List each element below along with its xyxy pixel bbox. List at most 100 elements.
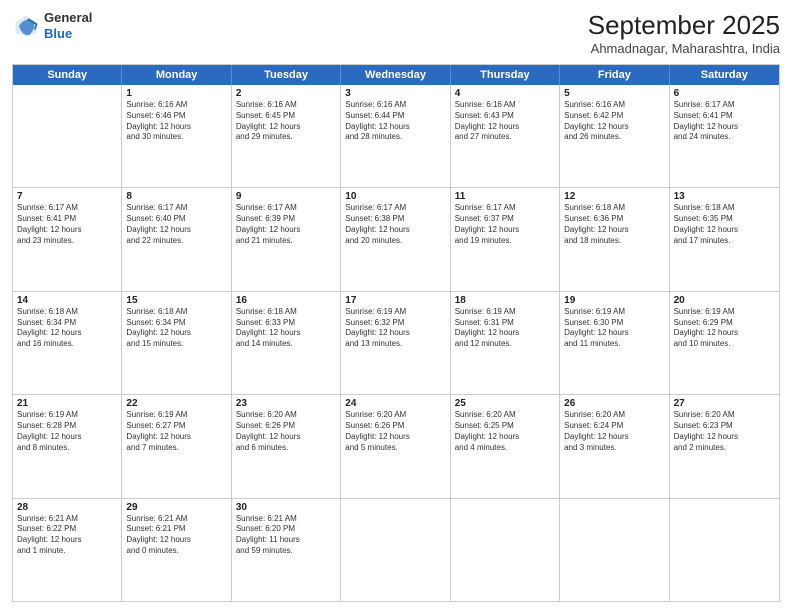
calendar-cell-3-4: 17Sunrise: 6:19 AM Sunset: 6:32 PM Dayli… [341, 292, 450, 394]
cell-info: Sunrise: 6:18 AM Sunset: 6:35 PM Dayligh… [674, 203, 775, 246]
cell-info: Sunrise: 6:19 AM Sunset: 6:29 PM Dayligh… [674, 307, 775, 350]
cell-info: Sunrise: 6:17 AM Sunset: 6:41 PM Dayligh… [17, 203, 117, 246]
calendar-cell-1-6: 5Sunrise: 6:16 AM Sunset: 6:42 PM Daylig… [560, 85, 669, 187]
calendar-cell-3-3: 16Sunrise: 6:18 AM Sunset: 6:33 PM Dayli… [232, 292, 341, 394]
calendar-cell-1-4: 3Sunrise: 6:16 AM Sunset: 6:44 PM Daylig… [341, 85, 450, 187]
cell-info: Sunrise: 6:19 AM Sunset: 6:31 PM Dayligh… [455, 307, 555, 350]
day-number: 20 [674, 295, 775, 306]
calendar-cell-5-7 [670, 499, 779, 601]
cell-info: Sunrise: 6:17 AM Sunset: 6:40 PM Dayligh… [126, 203, 226, 246]
day-number: 9 [236, 191, 336, 202]
calendar-cell-2-3: 9Sunrise: 6:17 AM Sunset: 6:39 PM Daylig… [232, 188, 341, 290]
calendar-cell-4-3: 23Sunrise: 6:20 AM Sunset: 6:26 PM Dayli… [232, 395, 341, 497]
cell-info: Sunrise: 6:17 AM Sunset: 6:39 PM Dayligh… [236, 203, 336, 246]
day-number: 8 [126, 191, 226, 202]
cell-info: Sunrise: 6:16 AM Sunset: 6:42 PM Dayligh… [564, 100, 664, 143]
day-number: 30 [236, 502, 336, 513]
page: General Blue September 2025 Ahmadnagar, … [0, 0, 792, 612]
logo-general: General [44, 10, 92, 26]
day-number: 11 [455, 191, 555, 202]
calendar-cell-5-1: 28Sunrise: 6:21 AM Sunset: 6:22 PM Dayli… [13, 499, 122, 601]
header-tuesday: Tuesday [232, 65, 341, 85]
day-number: 14 [17, 295, 117, 306]
cell-info: Sunrise: 6:21 AM Sunset: 6:20 PM Dayligh… [236, 514, 336, 557]
calendar-cell-1-5: 4Sunrise: 6:16 AM Sunset: 6:43 PM Daylig… [451, 85, 560, 187]
day-number: 24 [345, 398, 445, 409]
calendar-cell-2-7: 13Sunrise: 6:18 AM Sunset: 6:35 PM Dayli… [670, 188, 779, 290]
calendar-cell-5-6 [560, 499, 669, 601]
calendar-cell-4-7: 27Sunrise: 6:20 AM Sunset: 6:23 PM Dayli… [670, 395, 779, 497]
day-number: 5 [564, 88, 664, 99]
header-wednesday: Wednesday [341, 65, 450, 85]
calendar: Sunday Monday Tuesday Wednesday Thursday… [12, 64, 780, 602]
cell-info: Sunrise: 6:20 AM Sunset: 6:26 PM Dayligh… [236, 410, 336, 453]
day-number: 28 [17, 502, 117, 513]
calendar-cell-3-5: 18Sunrise: 6:19 AM Sunset: 6:31 PM Dayli… [451, 292, 560, 394]
calendar-cell-2-6: 12Sunrise: 6:18 AM Sunset: 6:36 PM Dayli… [560, 188, 669, 290]
day-number: 18 [455, 295, 555, 306]
cell-info: Sunrise: 6:17 AM Sunset: 6:41 PM Dayligh… [674, 100, 775, 143]
calendar-row-5: 28Sunrise: 6:21 AM Sunset: 6:22 PM Dayli… [13, 499, 779, 601]
day-number: 27 [674, 398, 775, 409]
calendar-cell-2-2: 8Sunrise: 6:17 AM Sunset: 6:40 PM Daylig… [122, 188, 231, 290]
day-number: 29 [126, 502, 226, 513]
day-number: 19 [564, 295, 664, 306]
logo-blue: Blue [44, 26, 92, 42]
day-number: 23 [236, 398, 336, 409]
cell-info: Sunrise: 6:20 AM Sunset: 6:23 PM Dayligh… [674, 410, 775, 453]
month-title: September 2025 [588, 10, 780, 41]
calendar-cell-3-2: 15Sunrise: 6:18 AM Sunset: 6:34 PM Dayli… [122, 292, 231, 394]
cell-info: Sunrise: 6:19 AM Sunset: 6:28 PM Dayligh… [17, 410, 117, 453]
calendar-cell-5-2: 29Sunrise: 6:21 AM Sunset: 6:21 PM Dayli… [122, 499, 231, 601]
calendar-cell-1-7: 6Sunrise: 6:17 AM Sunset: 6:41 PM Daylig… [670, 85, 779, 187]
day-number: 21 [17, 398, 117, 409]
calendar-cell-4-4: 24Sunrise: 6:20 AM Sunset: 6:26 PM Dayli… [341, 395, 450, 497]
calendar-cell-3-1: 14Sunrise: 6:18 AM Sunset: 6:34 PM Dayli… [13, 292, 122, 394]
cell-info: Sunrise: 6:21 AM Sunset: 6:21 PM Dayligh… [126, 514, 226, 557]
cell-info: Sunrise: 6:16 AM Sunset: 6:45 PM Dayligh… [236, 100, 336, 143]
cell-info: Sunrise: 6:17 AM Sunset: 6:38 PM Dayligh… [345, 203, 445, 246]
cell-info: Sunrise: 6:19 AM Sunset: 6:27 PM Dayligh… [126, 410, 226, 453]
title-block: September 2025 Ahmadnagar, Maharashtra, … [588, 10, 780, 56]
calendar-cell-3-6: 19Sunrise: 6:19 AM Sunset: 6:30 PM Dayli… [560, 292, 669, 394]
day-number: 22 [126, 398, 226, 409]
cell-info: Sunrise: 6:17 AM Sunset: 6:37 PM Dayligh… [455, 203, 555, 246]
calendar-cell-4-2: 22Sunrise: 6:19 AM Sunset: 6:27 PM Dayli… [122, 395, 231, 497]
logo-icon [12, 12, 40, 40]
day-number: 7 [17, 191, 117, 202]
day-number: 25 [455, 398, 555, 409]
logo-text: General Blue [44, 10, 92, 41]
calendar-cell-2-5: 11Sunrise: 6:17 AM Sunset: 6:37 PM Dayli… [451, 188, 560, 290]
cell-info: Sunrise: 6:20 AM Sunset: 6:26 PM Dayligh… [345, 410, 445, 453]
header-sunday: Sunday [13, 65, 122, 85]
cell-info: Sunrise: 6:18 AM Sunset: 6:36 PM Dayligh… [564, 203, 664, 246]
header-monday: Monday [122, 65, 231, 85]
calendar-cell-3-7: 20Sunrise: 6:19 AM Sunset: 6:29 PM Dayli… [670, 292, 779, 394]
day-number: 15 [126, 295, 226, 306]
calendar-row-3: 14Sunrise: 6:18 AM Sunset: 6:34 PM Dayli… [13, 292, 779, 395]
cell-info: Sunrise: 6:20 AM Sunset: 6:24 PM Dayligh… [564, 410, 664, 453]
cell-info: Sunrise: 6:16 AM Sunset: 6:46 PM Dayligh… [126, 100, 226, 143]
day-number: 13 [674, 191, 775, 202]
cell-info: Sunrise: 6:19 AM Sunset: 6:32 PM Dayligh… [345, 307, 445, 350]
header-saturday: Saturday [670, 65, 779, 85]
calendar-cell-4-6: 26Sunrise: 6:20 AM Sunset: 6:24 PM Dayli… [560, 395, 669, 497]
calendar-header: Sunday Monday Tuesday Wednesday Thursday… [13, 65, 779, 85]
day-number: 3 [345, 88, 445, 99]
calendar-row-4: 21Sunrise: 6:19 AM Sunset: 6:28 PM Dayli… [13, 395, 779, 498]
day-number: 26 [564, 398, 664, 409]
calendar-cell-2-4: 10Sunrise: 6:17 AM Sunset: 6:38 PM Dayli… [341, 188, 450, 290]
day-number: 2 [236, 88, 336, 99]
day-number: 1 [126, 88, 226, 99]
calendar-cell-2-1: 7Sunrise: 6:17 AM Sunset: 6:41 PM Daylig… [13, 188, 122, 290]
cell-info: Sunrise: 6:18 AM Sunset: 6:34 PM Dayligh… [17, 307, 117, 350]
cell-info: Sunrise: 6:18 AM Sunset: 6:34 PM Dayligh… [126, 307, 226, 350]
cell-info: Sunrise: 6:21 AM Sunset: 6:22 PM Dayligh… [17, 514, 117, 557]
calendar-cell-1-1 [13, 85, 122, 187]
day-number: 6 [674, 88, 775, 99]
calendar-cell-1-2: 1Sunrise: 6:16 AM Sunset: 6:46 PM Daylig… [122, 85, 231, 187]
logo: General Blue [12, 10, 92, 41]
calendar-row-1: 1Sunrise: 6:16 AM Sunset: 6:46 PM Daylig… [13, 85, 779, 188]
day-number: 12 [564, 191, 664, 202]
cell-info: Sunrise: 6:18 AM Sunset: 6:33 PM Dayligh… [236, 307, 336, 350]
